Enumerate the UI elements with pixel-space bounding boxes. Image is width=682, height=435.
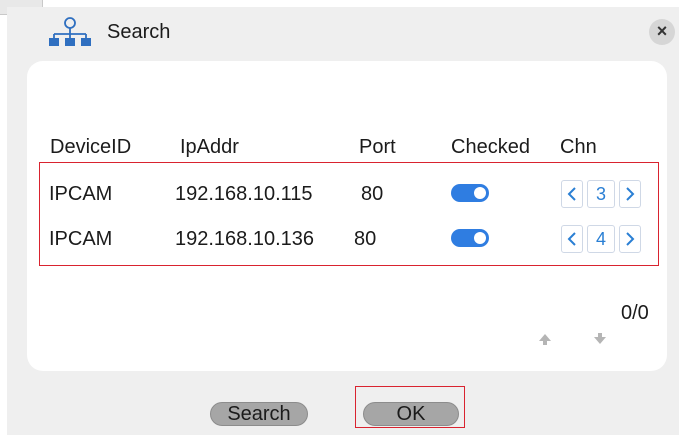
chn-prev-button[interactable] [561,225,583,253]
row-port: 80 [354,228,377,250]
header-port: Port [359,136,396,158]
arrow-down-icon[interactable] [592,331,608,347]
search-dialog: Search × DeviceID IpAddr Port Checked Ch… [7,7,679,435]
header-chn: Chn [560,136,597,158]
toggle-knob [474,232,486,244]
results-panel: DeviceID IpAddr Port Checked Chn IPCAM 1… [27,61,667,371]
toggle-knob [474,187,486,199]
chevron-right-icon [626,232,635,246]
row-port: 80 [361,183,384,205]
chevron-right-icon [626,187,635,201]
row-ip-addr: 192.168.10.136 [175,228,315,250]
row-device-id: IPCAM [49,183,113,205]
header-device-id: DeviceID [50,136,132,158]
network-tree-icon [49,17,91,46]
chn-value: 4 [587,225,615,253]
chevron-left-icon [567,232,576,246]
close-icon: × [656,21,668,41]
page-indicator: 0/0 [621,302,649,324]
chn-next-button[interactable] [619,180,641,208]
row-ip-addr: 192.168.10.115 [175,183,313,205]
header-ip-addr: IpAddr [180,136,239,158]
chn-value: 3 [587,180,615,208]
close-button[interactable]: × [649,19,675,45]
chn-prev-button[interactable] [561,180,583,208]
arrow-up-icon[interactable] [537,331,553,347]
chevron-left-icon [567,187,576,201]
chn-next-button[interactable] [619,225,641,253]
dialog-title: Search [107,21,171,43]
header-checked: Checked [451,136,530,158]
checked-toggle[interactable] [451,229,489,247]
ok-button[interactable]: OK [363,402,459,426]
search-button[interactable]: Search [210,402,308,426]
checked-toggle[interactable] [451,184,489,202]
row-device-id: IPCAM [49,228,113,250]
